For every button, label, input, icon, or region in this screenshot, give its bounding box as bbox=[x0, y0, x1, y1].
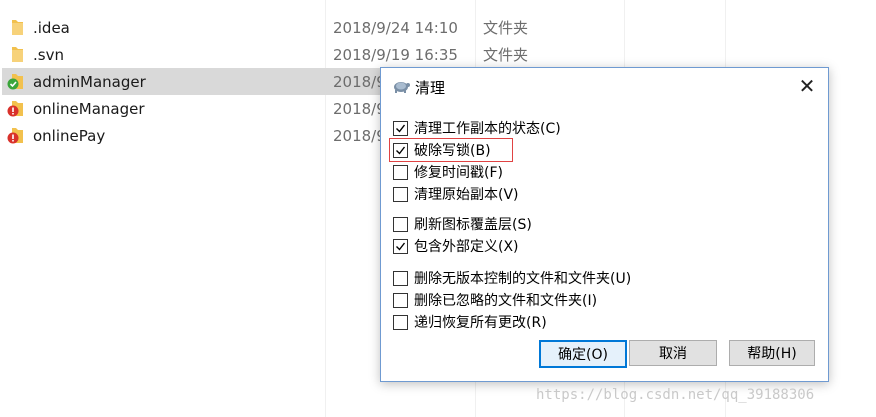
option-label: 删除已忽略的文件和文件夹(I) bbox=[414, 293, 598, 309]
checkbox-unchecked[interactable] bbox=[393, 186, 408, 202]
file-row-idea[interactable]: .idea 2018/9/24 14:10 文件夹 bbox=[0, 14, 876, 41]
svn-modified-folder-icon bbox=[7, 101, 23, 117]
cleanup-dialog: 清理 ✕ 清理工作副本的状态(C) 破除写锁(B) 修复时间戳(F) 清理原始副… bbox=[380, 67, 829, 382]
checkbox-unchecked[interactable] bbox=[393, 216, 408, 232]
checkbox-checked[interactable] bbox=[393, 120, 408, 136]
option-delete-ignored[interactable]: 删除已忽略的文件和文件夹(I) bbox=[393, 290, 597, 310]
file-date: 2018/9 bbox=[333, 99, 386, 118]
watermark: https://blog.csdn.net/qq_39188306 bbox=[536, 387, 815, 403]
ok-button[interactable]: 确定(O) bbox=[539, 340, 627, 368]
option-label: 清理工作副本的状态(C) bbox=[414, 121, 561, 137]
file-name: .idea bbox=[33, 18, 70, 37]
svn-normal-folder-icon bbox=[7, 74, 23, 90]
option-refresh-overlays[interactable]: 刷新图标覆盖层(S) bbox=[393, 214, 532, 234]
close-button[interactable]: ✕ bbox=[792, 72, 822, 100]
file-name: adminManager bbox=[33, 72, 146, 91]
file-date: 2018/9/24 14:10 bbox=[333, 18, 458, 37]
file-date: 2018/9 bbox=[333, 72, 386, 91]
folder-icon bbox=[12, 47, 23, 62]
option-label: 删除无版本控制的文件和文件夹(U) bbox=[414, 271, 632, 287]
checkbox-unchecked[interactable] bbox=[393, 164, 408, 180]
file-name: onlinePay bbox=[33, 126, 106, 145]
option-revert-recursive[interactable]: 递归恢复所有更改(R) bbox=[393, 312, 547, 332]
dialog-title: 清理 bbox=[415, 79, 446, 97]
checkbox-checked[interactable] bbox=[393, 238, 408, 254]
close-icon: ✕ bbox=[798, 74, 816, 98]
file-type: 文件夹 bbox=[483, 46, 529, 64]
file-date: 2018/9 bbox=[333, 126, 386, 145]
checkbox-unchecked[interactable] bbox=[393, 314, 408, 330]
folder-icon bbox=[12, 20, 23, 35]
file-name: onlineManager bbox=[33, 99, 145, 118]
check-icon bbox=[396, 146, 406, 155]
option-label: 递归恢复所有更改(R) bbox=[414, 315, 547, 331]
option-label: 包含外部定义(X) bbox=[414, 239, 519, 255]
file-name: .svn bbox=[33, 45, 64, 64]
cancel-button[interactable]: 取消 bbox=[629, 340, 717, 366]
file-row-svn[interactable]: .svn 2018/9/19 16:35 文件夹 bbox=[0, 41, 876, 68]
dialog-titlebar[interactable]: 清理 ✕ bbox=[381, 68, 828, 104]
option-label: 清理原始副本(V) bbox=[414, 187, 519, 203]
option-include-externals[interactable]: 包含外部定义(X) bbox=[393, 236, 519, 256]
option-delete-unversioned[interactable]: 删除无版本控制的文件和文件夹(U) bbox=[393, 268, 631, 288]
file-date: 2018/9/19 16:35 bbox=[333, 45, 458, 64]
option-clean-status[interactable]: 清理工作副本的状态(C) bbox=[393, 118, 561, 138]
file-type: 文件夹 bbox=[483, 19, 529, 37]
tortoisesvn-icon bbox=[394, 82, 410, 93]
option-vacuum-pristine[interactable]: 清理原始副本(V) bbox=[393, 184, 519, 204]
option-label: 刷新图标覆盖层(S) bbox=[414, 217, 532, 233]
option-break-locks[interactable]: 破除写锁(B) bbox=[393, 140, 491, 160]
help-button[interactable]: 帮助(H) bbox=[729, 340, 815, 366]
option-label: 修复时间戳(F) bbox=[414, 165, 503, 181]
option-label: 破除写锁(B) bbox=[414, 143, 491, 159]
checkbox-unchecked[interactable] bbox=[393, 292, 408, 308]
checkbox-checked[interactable] bbox=[393, 142, 408, 158]
check-icon bbox=[396, 124, 406, 133]
checkbox-unchecked[interactable] bbox=[393, 270, 408, 286]
check-icon bbox=[396, 242, 406, 251]
option-fix-timestamps[interactable]: 修复时间戳(F) bbox=[393, 162, 503, 182]
svn-modified-folder-icon bbox=[7, 128, 23, 144]
